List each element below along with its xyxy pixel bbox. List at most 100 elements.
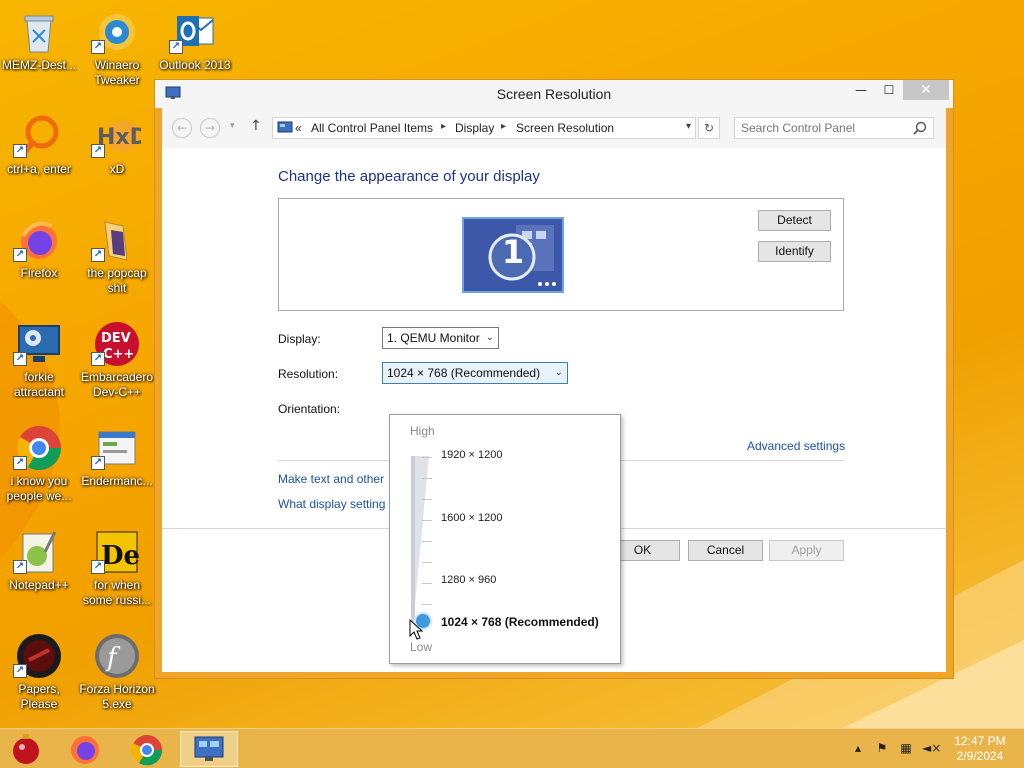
desktop-icon-notepadpp[interactable]: ↗ Notepad++ xyxy=(0,522,78,622)
show-hidden-icons-icon[interactable]: ▴ xyxy=(850,741,866,757)
desktop-icon-memz[interactable]: MEMZ-Dest... xyxy=(0,2,78,102)
search-input[interactable] xyxy=(735,118,905,138)
desktop-icon-label: Notepad++ xyxy=(9,578,69,592)
back-button[interactable]: ← xyxy=(172,118,192,138)
resolution-option-1920x1200[interactable]: 1920 × 1200 xyxy=(441,449,502,461)
cancel-button[interactable]: Cancel xyxy=(688,540,763,561)
desktop-icon-label: ctrl+a, enter xyxy=(7,162,71,176)
system-clock[interactable]: 12:47 PM 2/9/2024 xyxy=(952,734,1008,764)
desktop-icon-label: Outlook 2013 xyxy=(159,58,231,72)
display-select-value: 1. QEMU Monitor xyxy=(387,331,480,345)
address-dropdown-chevron-icon[interactable]: ▾ xyxy=(686,121,691,132)
action-center-flag-icon[interactable]: ⚑ xyxy=(874,741,890,757)
search-box[interactable] xyxy=(734,117,934,139)
window-client-area: ← → ▾ ↑ « All Control Panel Items ▸ Disp… xyxy=(162,108,946,672)
desktop-icon-hxd[interactable]: HxD ↗ xD xyxy=(78,106,156,206)
firefox-icon xyxy=(71,736,99,764)
shortcut-arrow-icon: ↗ xyxy=(13,664,27,678)
desktop-icon-die[interactable]: De ↗ for when some russi... xyxy=(78,522,156,622)
slider-tick xyxy=(422,478,432,479)
desktop-icon-firefox[interactable]: ↗ Firefox xyxy=(0,210,78,310)
taskbar-control-panel[interactable] xyxy=(180,731,238,767)
breadcrumb-separator-icon[interactable]: ▸ xyxy=(501,121,506,132)
desktop-icon-label: xD xyxy=(109,162,125,176)
control-panel-icon xyxy=(194,736,224,761)
slider-tick xyxy=(422,520,432,521)
desktop-icon-label: the popcap shit xyxy=(87,266,147,295)
orientation-label: Orientation: xyxy=(278,402,341,416)
shortcut-arrow-icon: ↗ xyxy=(91,144,105,158)
desktop-icon-forkie[interactable]: ↗ forkie attractant xyxy=(0,314,78,414)
slider-tick xyxy=(422,583,432,584)
up-button[interactable]: ↑ xyxy=(250,118,262,134)
apply-button[interactable]: Apply xyxy=(769,540,844,561)
network-icon[interactable]: ▦ xyxy=(898,741,914,757)
taskbar-chrome[interactable] xyxy=(120,731,174,767)
monitor-1-thumbnail[interactable]: 1 xyxy=(462,217,564,293)
svg-text:DEV: DEV xyxy=(101,331,131,346)
close-button[interactable]: ✕ xyxy=(903,80,949,100)
breadcrumb-all-control-panel-items[interactable]: All Control Panel Items xyxy=(311,121,433,135)
resolution-select[interactable]: 1024 × 768 (Recommended) ⌄ xyxy=(382,362,568,384)
recycle-bin-icon xyxy=(24,15,54,53)
shortcut-arrow-icon: ↗ xyxy=(13,560,27,574)
text-size-link[interactable]: Make text and other xyxy=(278,472,384,486)
detect-button[interactable]: Detect xyxy=(758,210,831,231)
display-preview: 1 Detect Identify xyxy=(278,198,844,311)
identify-button[interactable]: Identify xyxy=(758,241,831,262)
taskbar: ▴ ⚑ ▦ ◄× 12:47 PM 2/9/2024 xyxy=(0,728,1024,768)
breadcrumb[interactable]: « All Control Panel Items ▸ Display ▸ Sc… xyxy=(272,117,696,139)
breadcrumb-overflow[interactable]: « xyxy=(295,121,302,135)
shortcut-arrow-icon: ↗ xyxy=(13,248,27,262)
advanced-settings-link[interactable]: Advanced settings xyxy=(747,439,845,453)
desktop-icon-label: MEMZ-Dest... xyxy=(2,58,76,72)
desktop-icon-papers-please[interactable]: ↗ Papers, Please xyxy=(0,626,78,726)
desktop-icon-endermanch[interactable]: ↗ Endermanc... xyxy=(78,418,156,518)
desktop-icon-label: Endermanc... xyxy=(81,474,153,488)
slider-tick xyxy=(422,562,432,563)
desktop-icon-label: Papers, Please xyxy=(18,682,60,711)
resolution-dropdown[interactable]: High 1920 × 1200 1600 × 1200 1280 × 960 … xyxy=(389,414,621,664)
title-bar[interactable]: Screen Resolution — ☐ ✕ xyxy=(155,80,953,108)
desktop-icon-label: Embarcadero Dev-C++ xyxy=(80,370,154,399)
desktop-icon-label: Winaero Tweaker xyxy=(94,58,140,87)
volume-muted-icon[interactable]: ◄× xyxy=(922,741,941,757)
desktop-icon-popcap-folder[interactable]: ↗ the popcap shit xyxy=(78,210,156,310)
breadcrumb-screen-resolution[interactable]: Screen Resolution xyxy=(516,121,614,135)
maximize-button[interactable]: ☐ xyxy=(875,80,903,100)
desktop-icon-forza-exe[interactable]: f Forza Horizon 5.exe xyxy=(78,626,156,726)
minimize-button[interactable]: — xyxy=(847,80,875,100)
taskbar-memz[interactable] xyxy=(0,731,54,767)
screen-resolution-window[interactable]: Screen Resolution — ☐ ✕ ← → ▾ ↑ « All Co… xyxy=(154,79,954,679)
window-title: Screen Resolution xyxy=(496,86,612,102)
search-icon[interactable] xyxy=(913,121,927,135)
desktop-icon-devcpp[interactable]: DEV C++ ↗ Embarcadero Dev-C++ xyxy=(78,314,156,414)
refresh-button[interactable]: ↻ xyxy=(698,117,720,139)
shortcut-arrow-icon: ↗ xyxy=(169,40,183,54)
resolution-option-1280x960[interactable]: 1280 × 960 xyxy=(441,574,496,586)
resolution-label: Resolution: xyxy=(278,367,339,381)
address-bar: ← → ▾ ↑ « All Control Panel Items ▸ Disp… xyxy=(162,108,946,148)
desktop-icon-label: Forza Horizon 5.exe xyxy=(79,682,155,711)
resolution-option-1600x1200[interactable]: 1600 × 1200 xyxy=(441,512,502,524)
display-settings-link[interactable]: What display setting xyxy=(278,497,385,511)
chevron-down-icon: ⌄ xyxy=(554,367,563,378)
shortcut-arrow-icon: ↗ xyxy=(91,560,105,574)
taskbar-firefox[interactable] xyxy=(58,731,112,767)
slider-tick xyxy=(422,457,432,458)
desktop-icon-winaero[interactable]: ↗ Winaero Tweaker xyxy=(78,2,156,102)
clock-date: 2/9/2024 xyxy=(956,749,1004,763)
desktop-icon-ctrl-a[interactable]: ↗ ctrl+a, enter xyxy=(0,106,78,206)
chevron-down-icon: ⌄ xyxy=(485,332,494,343)
slider-low-label: Low xyxy=(410,640,433,654)
recent-locations-chevron-icon[interactable]: ▾ xyxy=(230,121,235,131)
resolution-option-1024x768[interactable]: 1024 × 768 (Recommended) xyxy=(441,615,599,629)
forward-button[interactable]: → xyxy=(200,118,220,138)
shortcut-arrow-icon: ↗ xyxy=(13,456,27,470)
breadcrumb-display[interactable]: Display xyxy=(455,121,494,135)
display-select[interactable]: 1. QEMU Monitor ⌄ xyxy=(382,327,499,349)
breadcrumb-separator-icon[interactable]: ▸ xyxy=(441,121,446,132)
slider-tick xyxy=(422,499,432,500)
desktop-icon-chrome-shortcut[interactable]: ↗ i know you people we... xyxy=(0,418,78,518)
display-label: Display: xyxy=(278,332,321,346)
